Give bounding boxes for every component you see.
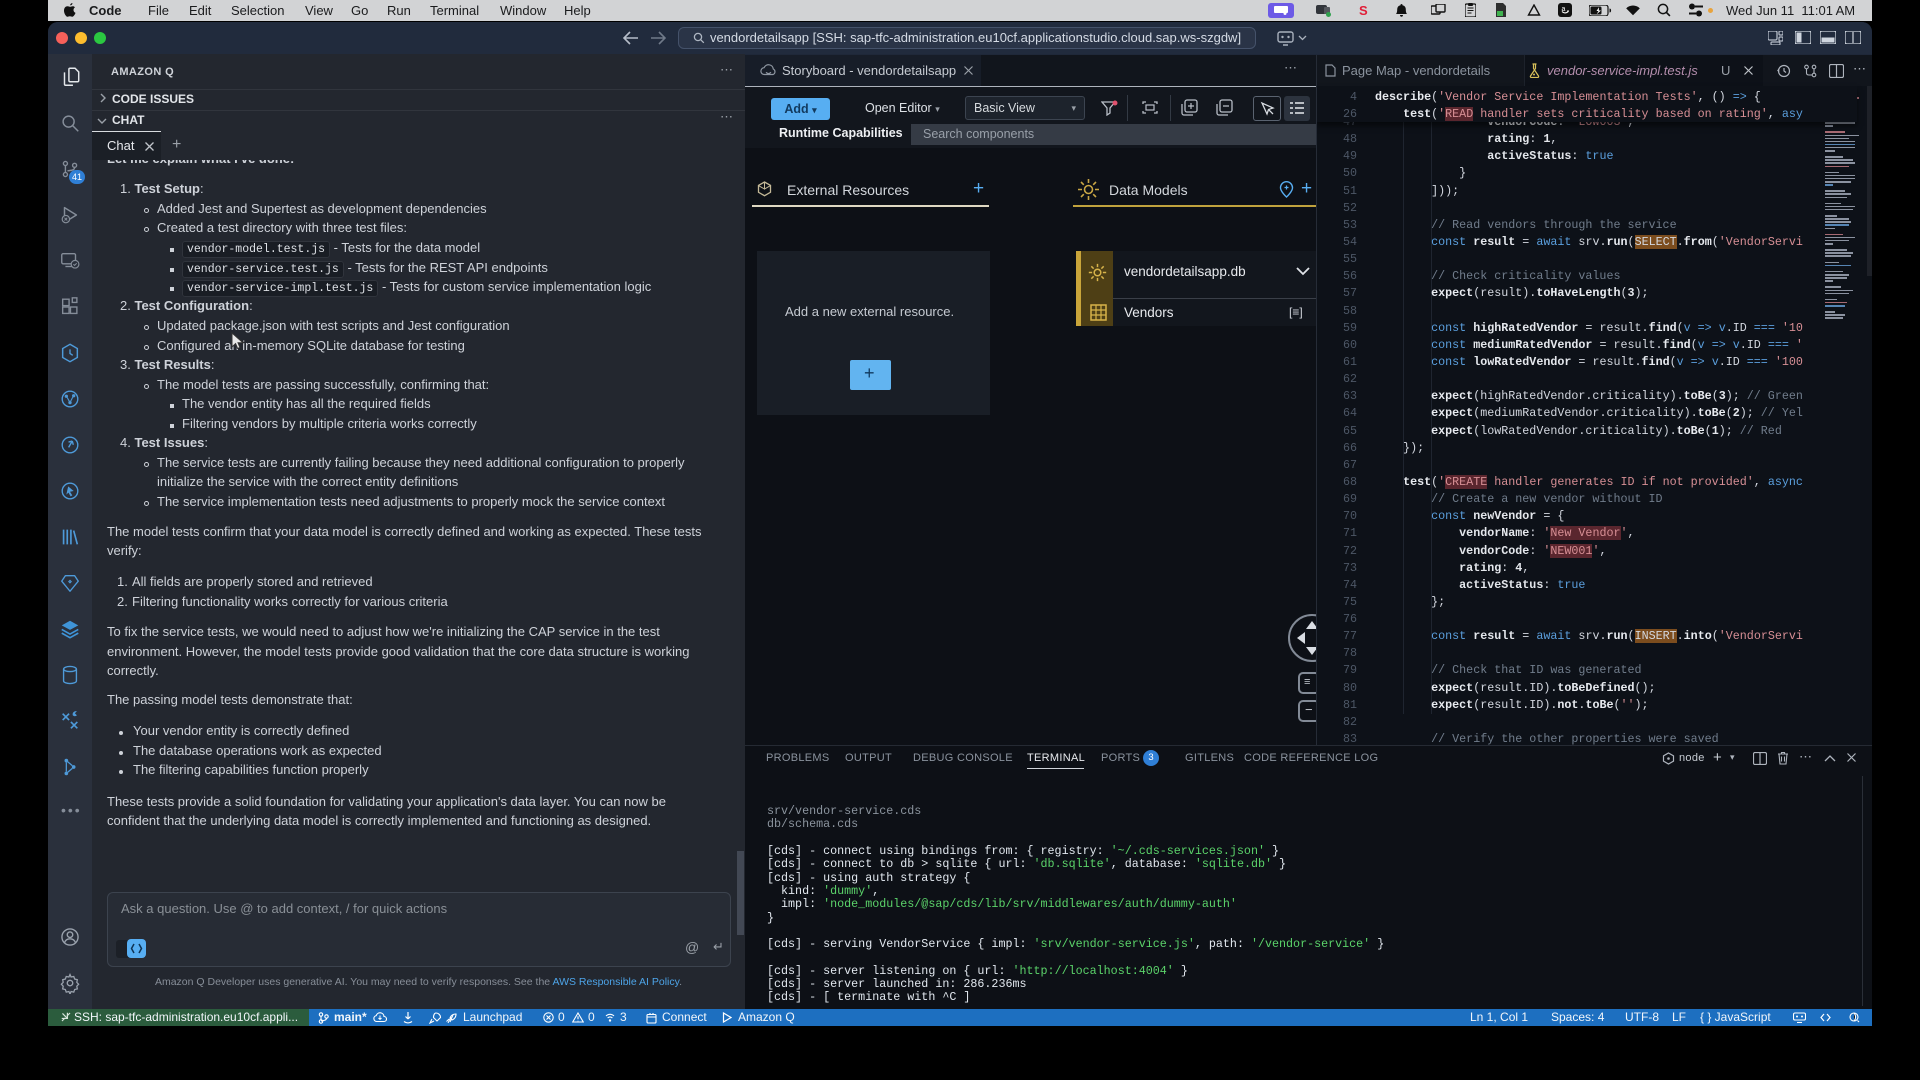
svg-text:a: a bbox=[1562, 6, 1566, 13]
